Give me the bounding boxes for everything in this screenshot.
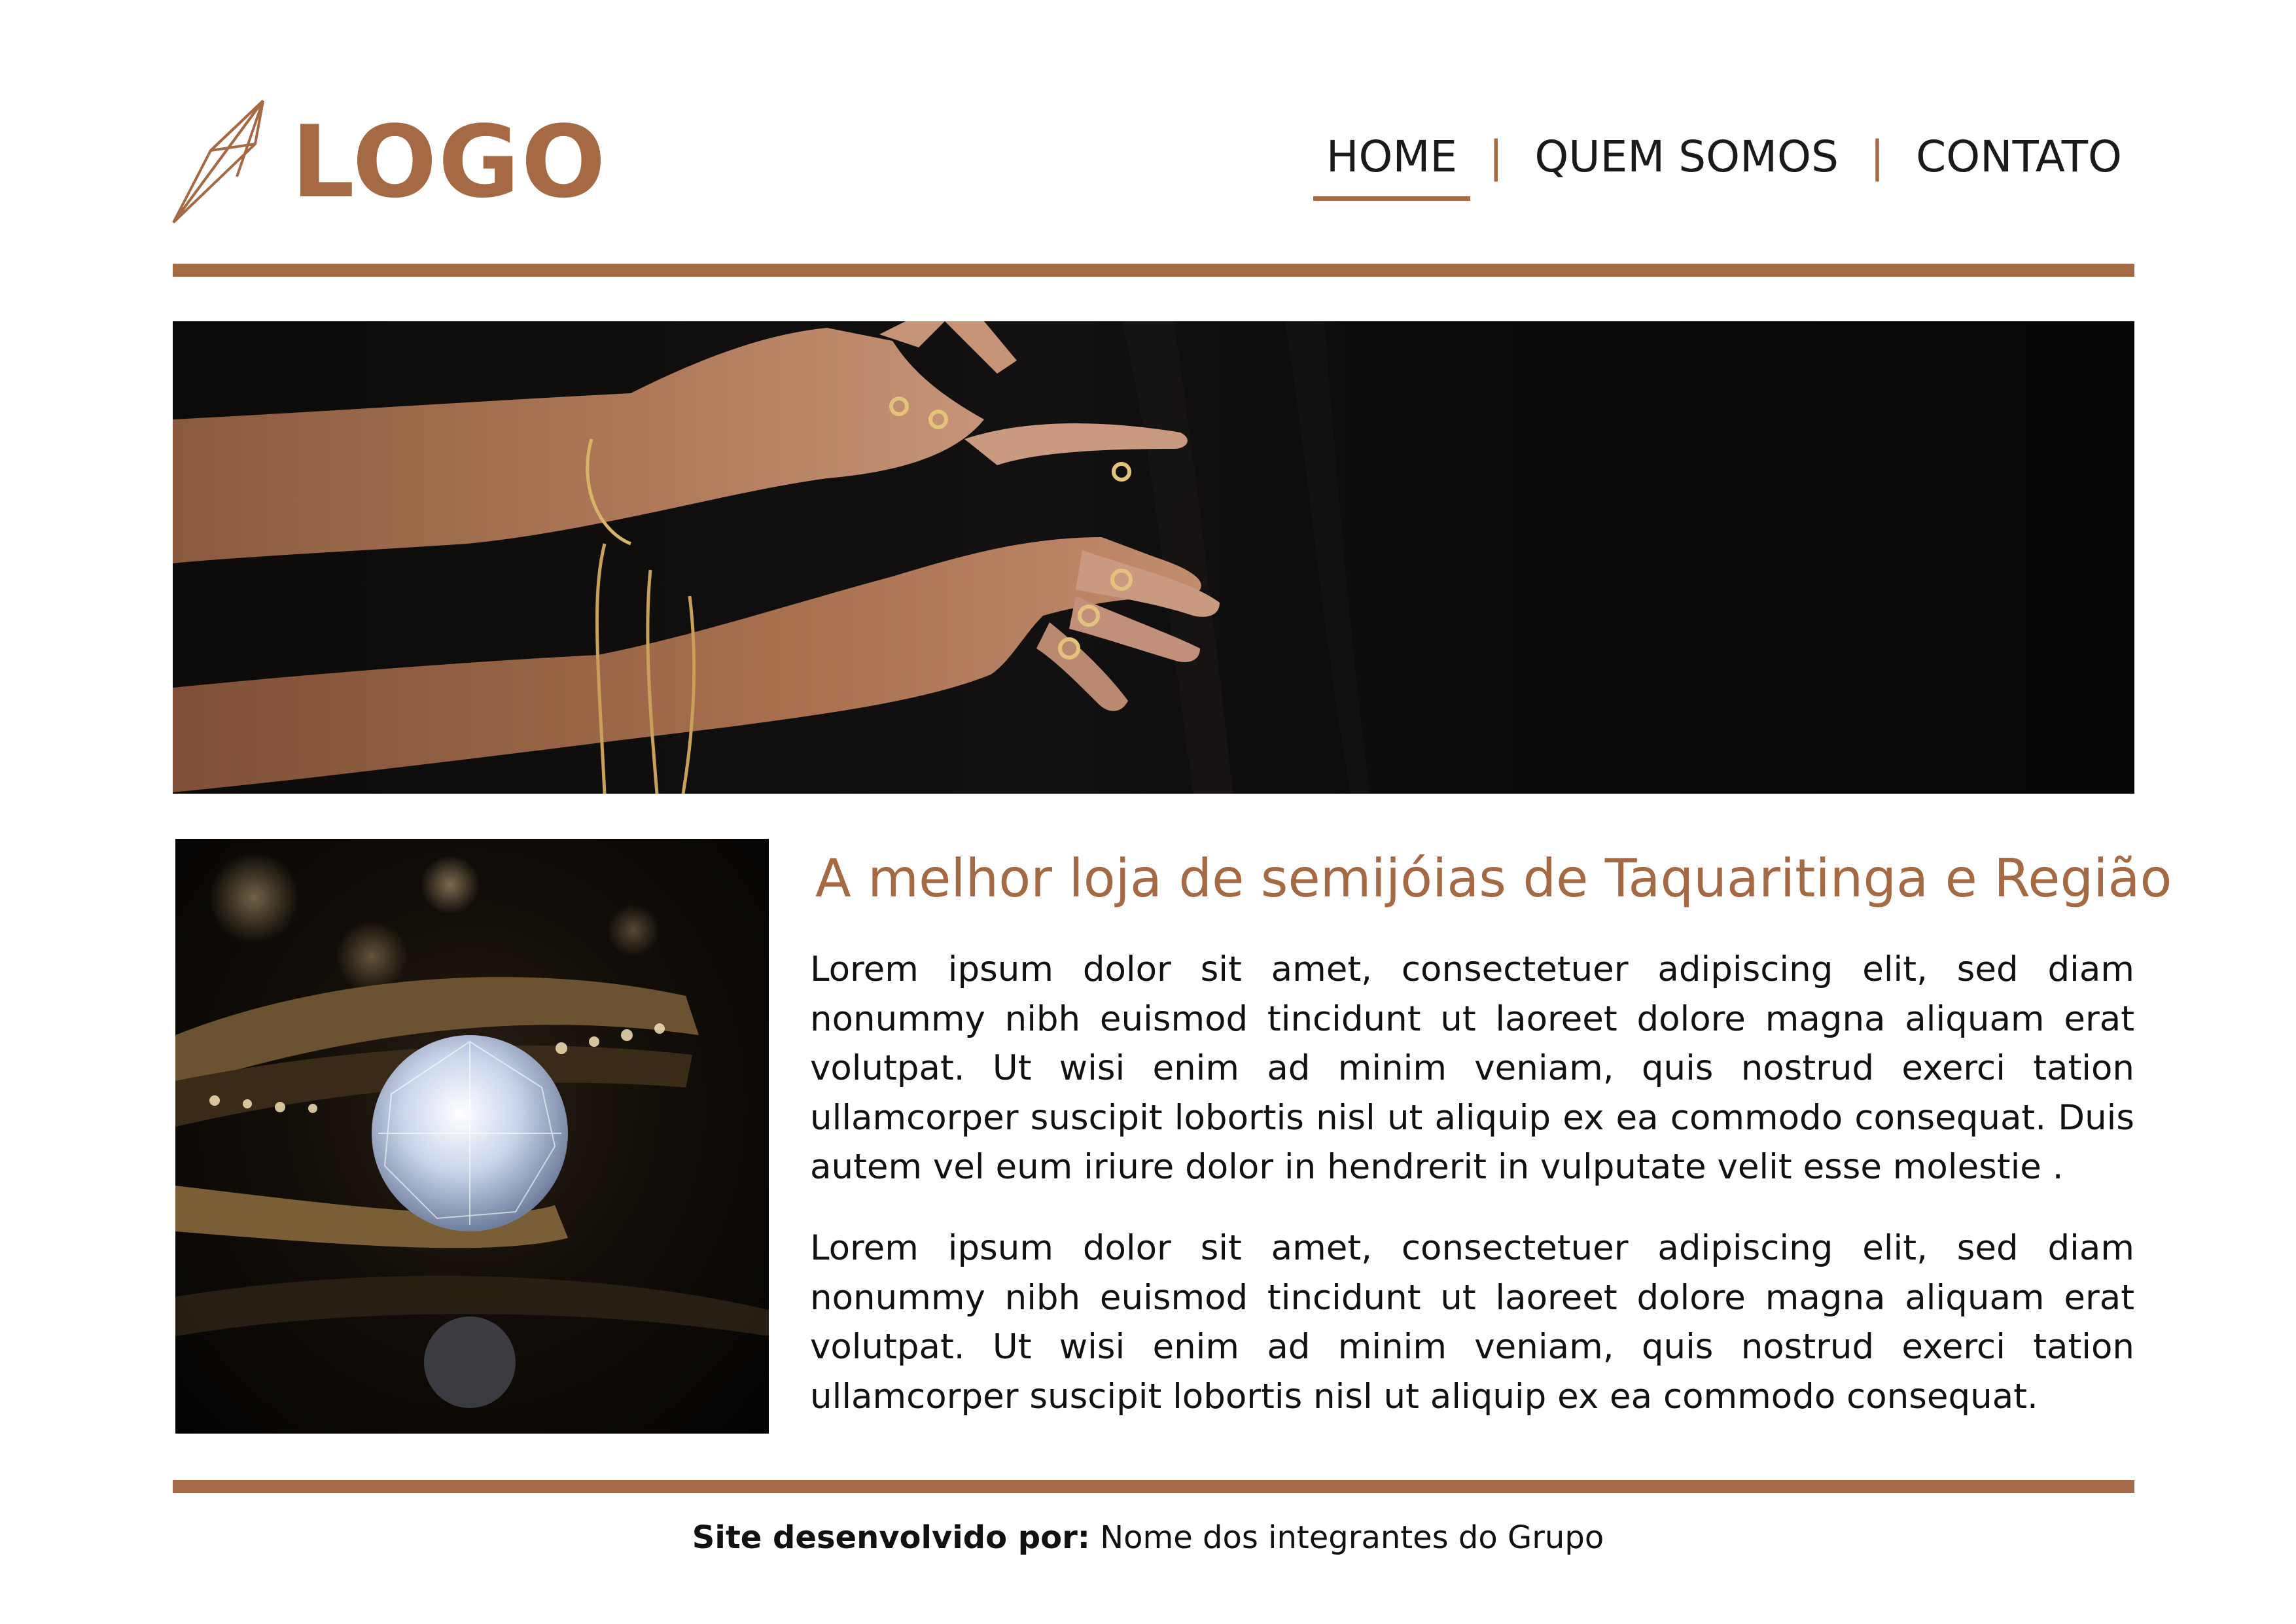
nav-separator: |: [1869, 132, 1885, 182]
logo-diamond-icon[interactable]: [171, 98, 270, 226]
footer-credits: Site desenvolvido por: Nome dos integran…: [0, 1511, 2296, 1564]
nav-quem-somos[interactable]: QUEM SOMOS: [1520, 128, 1853, 186]
main-nav: HOME | QUEM SOMOS | CONTATO: [1312, 128, 2136, 201]
footer-divider: [173, 1480, 2134, 1493]
content-paragraph-2: Lorem ipsum dolor sit amet, consectetuer…: [810, 1228, 2134, 1417]
nav-home[interactable]: HOME: [1312, 128, 1472, 201]
footer-label: Site desenvolvido por:: [692, 1519, 1090, 1556]
logo-text[interactable]: LOGO: [291, 110, 607, 215]
header-divider: [173, 264, 2134, 277]
footer-value: Nome dos integrantes do Grupo: [1100, 1519, 1604, 1556]
ring-product-image: [175, 839, 769, 1434]
nav-contato[interactable]: CONTATO: [1901, 128, 2136, 186]
content-paragraph-1: Lorem ipsum dolor sit amet, consectetuer…: [810, 949, 2134, 1187]
hero-banner-image: [173, 321, 2134, 794]
nav-separator: |: [1489, 132, 1504, 182]
page-headline: A melhor loja de semijóias de Taquaritin…: [815, 848, 2172, 909]
